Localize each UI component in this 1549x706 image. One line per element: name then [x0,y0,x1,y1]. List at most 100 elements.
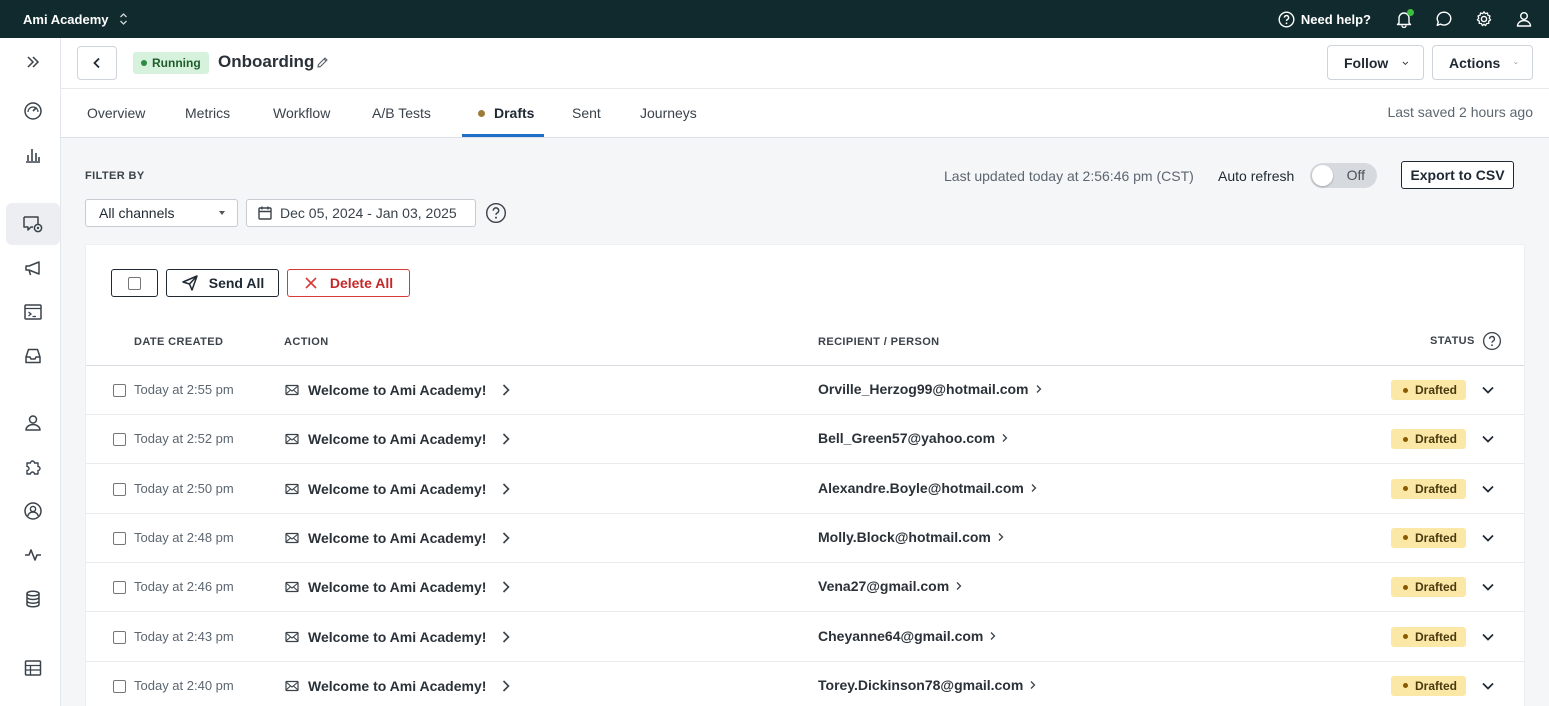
table-row: Today at 2:40 pm Welcome to Ami Academy!… [86,662,1524,706]
sidebar-item-reports[interactable] [6,647,60,689]
sidebar-item-activity[interactable] [6,534,60,576]
row-checkbox[interactable] [113,630,126,644]
user-menu-button[interactable] [1513,8,1535,30]
send-all-button[interactable]: Send All [166,269,279,297]
paper-plane-icon [182,275,198,291]
chevron-down-icon[interactable] [1481,630,1495,644]
row-recipient-link[interactable]: Vena27@gmail.com [818,578,963,594]
sidebar-item-analytics[interactable] [6,134,60,176]
question-circle-icon[interactable] [1482,331,1502,351]
column-header-recipient: RECIPIENT / PERSON [818,336,940,348]
channel-select[interactable]: All channels [85,199,238,227]
edit-title-button[interactable] [316,56,329,69]
chevron-right-icon[interactable] [500,679,512,693]
inbox-icon [25,348,41,364]
delete-all-label: Delete All [329,275,394,291]
tab-overview[interactable]: Overview [87,89,145,137]
row-action-link[interactable]: Welcome to Ami Academy! [308,481,486,497]
chat-button[interactable] [1433,8,1455,30]
date-range-input[interactable]: Dec 05, 2024 - Jan 03, 2025 [246,199,476,227]
status-badge: Drafted [1391,626,1467,647]
chevron-down-icon[interactable] [1481,580,1495,594]
tab-drafts[interactable]: Drafts [478,89,534,137]
row-recipient-link[interactable]: Bell_Green57@yahoo.com [818,430,1009,446]
sidebar-item-broadcasts[interactable] [6,247,60,289]
date-help-button[interactable] [485,202,507,224]
drafted-dot [1403,634,1408,639]
tab-workflow[interactable]: Workflow [273,89,330,137]
chevron-down-icon[interactable] [1481,432,1495,446]
select-all-checkbox[interactable] [111,269,158,297]
tab-sent[interactable]: Sent [572,89,601,137]
delete-all-button[interactable]: Delete All [287,269,410,297]
chevron-down-icon[interactable] [1481,531,1495,545]
status-badge: Running [133,52,209,74]
export-csv-button[interactable]: Export to CSV [1401,161,1514,189]
sidebar-item-messages[interactable] [6,203,60,245]
expand-sidebar-icon [27,56,40,68]
tab-label: A/B Tests [372,105,431,121]
envelope-icon [285,434,299,445]
sidebar-item-data[interactable] [6,578,60,620]
chevron-right-icon[interactable] [500,383,512,397]
sidebar-item-account[interactable] [6,490,60,532]
follow-button[interactable]: Follow [1327,45,1424,80]
row-action-link[interactable]: Welcome to Ami Academy! [308,629,486,645]
row-recipient: Vena27@gmail.com [818,578,950,595]
row-recipient-link[interactable]: Cheyanne64@gmail.com [818,628,997,644]
sidebar-item-inbox[interactable] [6,335,60,377]
auto-refresh-label: Auto refresh [1218,168,1295,184]
notifications-button[interactable] [1393,8,1415,30]
row-checkbox[interactable] [113,384,126,397]
sidebar-item-integrations[interactable] [6,446,60,488]
chevron-right-icon[interactable] [500,580,512,594]
chevron-down-icon[interactable] [1481,679,1495,693]
tab-journeys[interactable]: Journeys [640,89,697,137]
chevron-right-icon[interactable] [500,482,512,496]
sidebar-item-transactional[interactable] [6,291,60,333]
chevron-right-icon[interactable] [500,432,512,446]
row-checkbox[interactable] [113,482,126,496]
row-recipient: Alexandre.Boyle@hotmail.com [818,479,1024,496]
row-checkbox[interactable] [113,581,126,595]
need-help-button[interactable]: Need help? [1278,10,1371,28]
row-recipient-link[interactable]: Orville_Herzog99@hotmail.com [818,381,1043,397]
row-checkbox[interactable] [113,531,126,545]
running-dot [141,60,147,66]
tab-ab-tests[interactable]: A/B Tests [372,89,431,137]
row-action-link[interactable]: Welcome to Ami Academy! [308,382,486,398]
row-checkbox[interactable] [113,433,126,447]
sidebar-item-people[interactable] [6,402,60,444]
row-recipient-link[interactable]: Molly.Block@hotmail.com [818,529,1005,545]
sidebar-expand[interactable] [6,41,60,83]
tab-label: Metrics [185,105,231,121]
row-date: Today at 2:40 pm [134,677,234,693]
settings-button[interactable] [1473,8,1495,30]
tab-label: Journeys [640,105,697,121]
chevron-down-icon[interactable] [1481,383,1495,397]
notification-dot [1407,9,1414,16]
table-row: Today at 2:46 pm Welcome to Ami Academy!… [86,563,1524,613]
row-checkbox[interactable] [113,679,126,693]
chevron-down-icon[interactable] [1481,482,1495,496]
sidebar [0,38,61,706]
chevron-right-icon[interactable] [500,531,512,545]
workspace-switcher[interactable]: Ami Academy [0,12,128,27]
updown-chevron-icon [119,13,127,25]
row-action-link[interactable]: Welcome to Ami Academy! [308,530,486,546]
row-action-link[interactable]: Welcome to Ami Academy! [308,579,486,595]
row-recipient: Cheyanne64@gmail.com [818,627,984,644]
row-recipient-link[interactable]: Torey.Dickinson78@gmail.com [818,677,1037,693]
auto-refresh-toggle[interactable]: Off [1310,163,1377,188]
row-recipient-link[interactable]: Alexandre.Boyle@hotmail.com [818,480,1038,496]
chevron-down-icon [1514,61,1518,64]
actions-button[interactable]: Actions [1432,45,1533,80]
row-action-link[interactable]: Welcome to Ami Academy! [308,678,486,694]
row-action-link[interactable]: Welcome to Ami Academy! [308,431,486,447]
back-button[interactable] [77,46,117,80]
sidebar-item-dashboard[interactable] [6,90,60,132]
tab-metrics[interactable]: Metrics [185,89,230,137]
checkbox-box [128,276,141,290]
chevron-right-icon[interactable] [500,630,512,644]
analytics-icon [26,149,40,163]
